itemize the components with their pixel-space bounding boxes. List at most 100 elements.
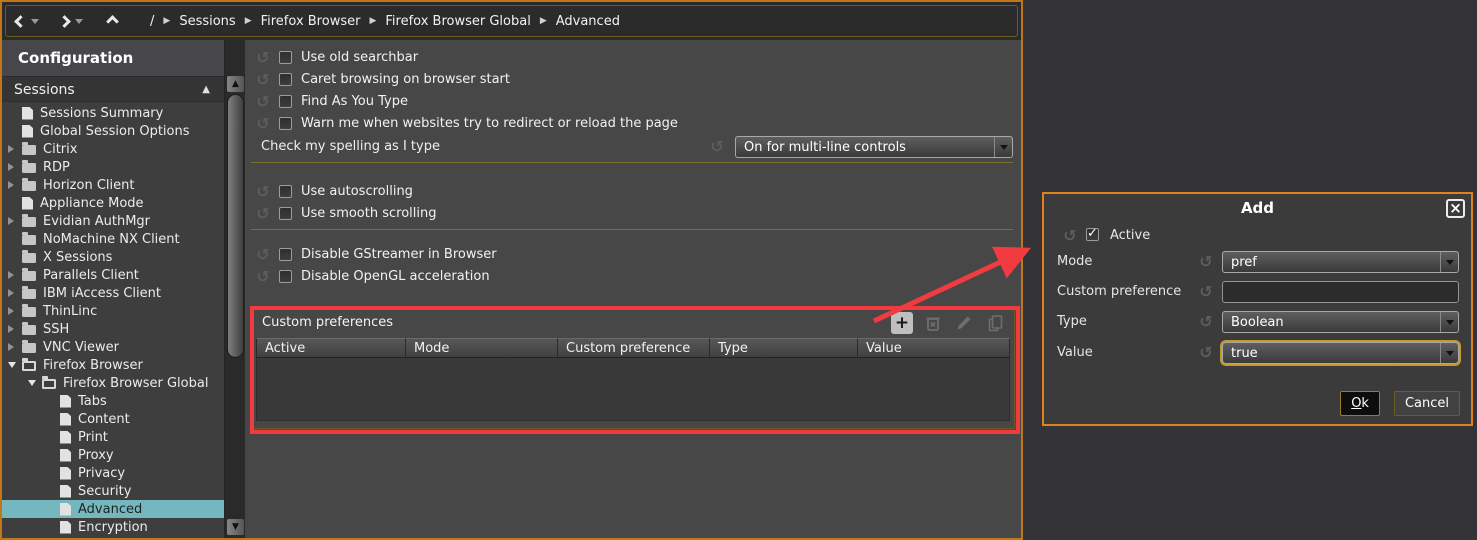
expand-arrow-icon[interactable] [8,325,22,333]
add-preference-button[interactable]: + [891,312,913,334]
active-checkbox[interactable] [1086,228,1099,241]
tree-item-parallels-client[interactable]: Parallels Client [2,266,224,284]
custom-preference-input[interactable] [1222,281,1459,303]
document-icon [60,449,71,462]
find-as-you-type-checkbox[interactable] [279,95,292,108]
tree-item-advanced[interactable]: Advanced [2,500,224,518]
collapse-arrow-icon[interactable] [28,380,42,386]
expand-arrow-icon[interactable] [8,307,22,315]
value-dropdown[interactable]: true [1222,342,1459,364]
expand-arrow-icon[interactable] [8,163,22,171]
mode-dropdown[interactable]: pref [1222,251,1459,273]
disable-opengl-checkbox[interactable] [279,270,292,283]
dropdown-arrow-icon[interactable] [1440,343,1458,363]
revert-icon[interactable]: ↺ [253,114,273,133]
revert-icon[interactable]: ↺ [253,70,273,89]
expand-arrow-icon[interactable] [8,181,22,189]
caret-browsing-checkbox[interactable] [279,73,292,86]
column-header-custom-preference[interactable]: Custom preference [558,338,710,358]
dropdown-arrow-icon[interactable] [994,137,1012,157]
tree-item-privacy[interactable]: Privacy [2,464,224,482]
close-button[interactable]: × [1446,199,1465,218]
ok-button[interactable]: Ok [1340,391,1380,416]
tree-item-global-session-options[interactable]: Global Session Options [2,122,224,140]
revert-icon[interactable]: ↺ [1060,226,1080,245]
warn-redirect-checkbox[interactable] [279,117,292,130]
breadcrumb-root[interactable]: / [150,14,154,29]
revert-icon[interactable]: ↺ [253,182,273,201]
revert-icon[interactable]: ↺ [253,48,273,67]
copy-preference-button[interactable] [984,312,1006,334]
breadcrumb-item-advanced[interactable]: Advanced [556,14,620,29]
tree-item-firefox-browser-global[interactable]: Firefox Browser Global [2,374,224,392]
scroll-down-button[interactable]: ▼ [227,519,244,535]
tree-item-citrix[interactable]: Citrix [2,140,224,158]
tree-item-evidian-authmgr[interactable]: Evidian AuthMgr [2,212,224,230]
column-header-type[interactable]: Type [710,338,858,358]
revert-icon[interactable]: ↺ [1196,312,1216,331]
expand-arrow-icon[interactable] [8,343,22,351]
expand-arrow-icon[interactable] [8,289,22,297]
back-icon [14,15,27,28]
tree-item-security[interactable]: Security [2,482,224,500]
tree-item-sessions-summary[interactable]: Sessions Summary [2,104,224,122]
revert-icon[interactable]: ↺ [1196,282,1216,301]
edit-preference-button[interactable] [953,312,975,334]
revert-icon[interactable]: ↺ [253,92,273,111]
tree-item-x-sessions[interactable]: X Sessions [2,248,224,266]
revert-icon[interactable]: ↺ [253,204,273,223]
sidebar-scrollbar[interactable]: ▲ ▼ [224,40,245,538]
spell-check-dropdown[interactable]: On for multi-line controls [735,136,1013,158]
tree-item-ssh[interactable]: SSH [2,320,224,338]
tree-item-firefox-browser[interactable]: Firefox Browser [2,356,224,374]
column-header-value[interactable]: Value [858,338,1010,358]
revert-icon[interactable]: ↺ [1196,252,1216,271]
tree-item-thinlinc[interactable]: ThinLinc [2,302,224,320]
column-header-active[interactable]: Active [256,338,406,358]
use-old-searchbar-checkbox[interactable] [279,51,292,64]
collapse-arrow-icon[interactable] [8,362,22,368]
revert-icon[interactable]: ↺ [707,137,727,156]
tree-item-tabs[interactable]: Tabs [2,392,224,410]
tree-item-content[interactable]: Content [2,410,224,428]
dialog-row-mode: Mode ↺ pref [1044,251,1471,273]
column-header-mode[interactable]: Mode [406,338,558,358]
tree-item-vnc-viewer[interactable]: VNC Viewer [2,338,224,356]
expand-arrow-icon[interactable] [8,145,22,153]
tree-item-nomachine-nx-client[interactable]: NoMachine NX Client [2,230,224,248]
sidebar-group-header-sessions[interactable]: Sessions ▲ [2,76,224,102]
expand-arrow-icon[interactable] [8,271,22,279]
back-button[interactable] [16,2,39,40]
scroll-up-button[interactable]: ▲ [227,76,244,92]
revert-icon[interactable]: ↺ [253,267,273,286]
dialog-row-active: ↺ Active [1044,225,1471,247]
document-icon [22,107,33,120]
cancel-button[interactable]: Cancel [1394,391,1460,416]
close-icon: × [1449,199,1462,217]
tree-item-ibm-iaccess-client[interactable]: IBM iAccess Client [2,284,224,302]
up-button[interactable] [108,2,117,40]
use-autoscrolling-checkbox[interactable] [279,185,292,198]
tree-item-print[interactable]: Print [2,428,224,446]
tree-item-appliance-mode[interactable]: Appliance Mode [2,194,224,212]
use-smooth-scrolling-checkbox[interactable] [279,207,292,220]
breadcrumb-item-firefox-browser[interactable]: Firefox Browser [261,14,361,29]
tree-item-horizon-client[interactable]: Horizon Client [2,176,224,194]
breadcrumb-item-sessions[interactable]: Sessions [179,14,235,29]
tree-item-proxy[interactable]: Proxy [2,446,224,464]
breadcrumb-item-firefox-browser-global[interactable]: Firefox Browser Global [385,14,530,29]
forward-button[interactable] [60,2,83,40]
delete-preference-button[interactable] [922,312,944,334]
type-dropdown[interactable]: Boolean [1222,311,1459,333]
dropdown-arrow-icon[interactable] [1440,252,1458,272]
sort-ascending-icon[interactable]: ▲ [202,77,210,103]
revert-icon[interactable]: ↺ [253,245,273,264]
tree-item-encryption[interactable]: Encryption [2,518,224,536]
revert-icon[interactable]: ↺ [1196,343,1216,362]
scrollbar-thumb[interactable] [227,94,244,358]
table-body-empty[interactable] [256,358,1010,421]
tree-item-rdp[interactable]: RDP [2,158,224,176]
dropdown-arrow-icon[interactable] [1440,312,1458,332]
expand-arrow-icon[interactable] [8,217,22,225]
disable-gstreamer-checkbox[interactable] [279,248,292,261]
